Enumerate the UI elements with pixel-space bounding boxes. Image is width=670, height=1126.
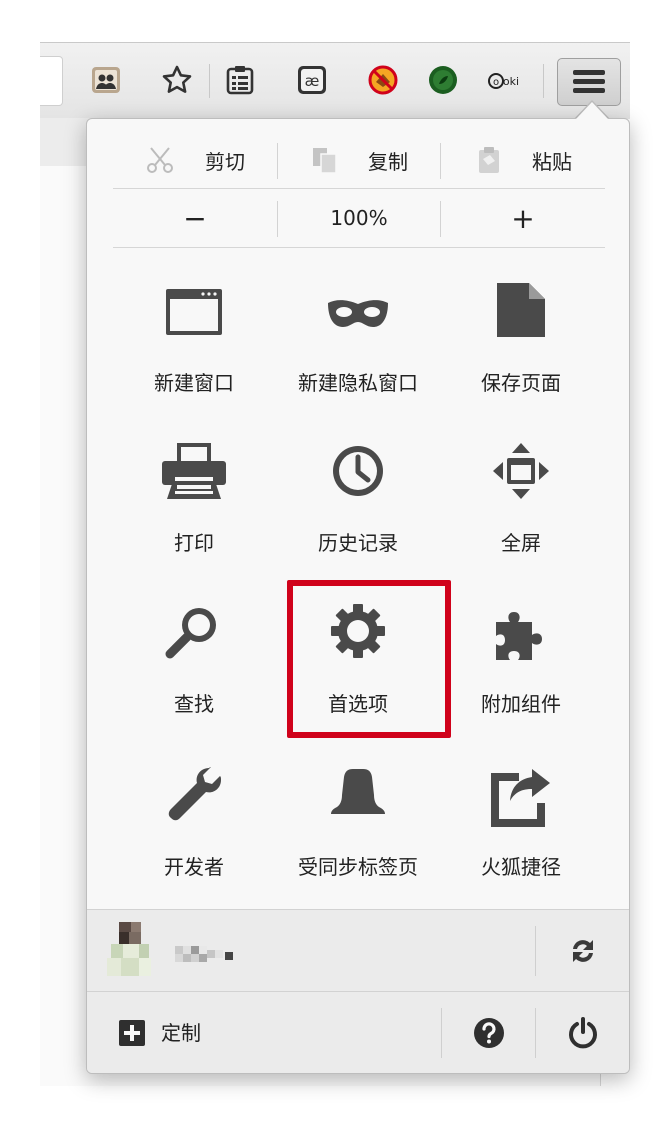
account-footer — [87, 909, 629, 992]
zoom-reset-button[interactable]: 100% — [278, 189, 440, 247]
toolbar-separator — [543, 64, 544, 98]
copy-button[interactable]: 复制 — [278, 131, 440, 189]
share-shortcut-icon — [486, 765, 556, 835]
save-page-label: 保存页面 — [481, 371, 561, 395]
history-clock-icon — [323, 441, 393, 511]
paste-button[interactable]: 粘贴 — [441, 131, 605, 189]
green-extension-icon[interactable] — [427, 64, 459, 96]
paste-label: 粘贴 — [532, 149, 572, 174]
sync-now-button[interactable] — [536, 910, 629, 992]
zoom-out-button[interactable]: − — [113, 189, 277, 247]
blocked-fox-extension-icon[interactable] — [367, 64, 399, 96]
customize-label: 定制 — [161, 1021, 201, 1045]
print-label: 打印 — [174, 531, 214, 555]
svg-text:oki: oki — [503, 75, 519, 88]
fullscreen-button[interactable]: 全屏 — [439, 441, 603, 601]
synced-tabs-icon — [323, 765, 393, 835]
highlight-annotation-box — [287, 580, 451, 738]
divider — [113, 247, 605, 248]
plus-square-icon — [119, 1020, 145, 1046]
firefox-shortcuts-button[interactable]: 火狐捷径 — [439, 765, 603, 925]
help-question-icon — [473, 1018, 504, 1048]
new-window-icon — [159, 281, 229, 351]
cut-button[interactable]: 剪切 — [113, 131, 277, 189]
history-label: 历史记录 — [318, 531, 398, 555]
open-menu-button[interactable] — [557, 58, 621, 106]
wrench-icon — [159, 765, 229, 835]
synced-tabs-button[interactable]: 受同步标签页 — [276, 765, 440, 925]
toolbar-separator — [209, 64, 210, 98]
new-window-button[interactable]: 新建窗口 — [112, 281, 276, 441]
printer-icon — [159, 441, 229, 511]
new-private-window-button[interactable]: 新建隐私窗口 — [276, 281, 440, 441]
addons-label: 附加组件 — [481, 692, 561, 716]
synced-tabs-label: 受同步标签页 — [298, 855, 418, 879]
sync-arrows-icon — [572, 940, 593, 962]
url-bar[interactable] — [40, 56, 63, 106]
cut-label: 剪切 — [205, 149, 245, 174]
find-label: 查找 — [174, 692, 214, 716]
power-icon — [568, 1017, 597, 1049]
zoom-out-label: − — [183, 201, 207, 235]
clipboard-icon — [479, 147, 499, 173]
account-button[interactable] — [87, 910, 535, 992]
contacts-extension-icon[interactable] — [90, 64, 122, 96]
menu-footer: 定制 — [87, 991, 629, 1073]
copy-pages-icon — [313, 148, 337, 174]
bookmarks-list-icon[interactable] — [224, 64, 256, 96]
ae-extension-icon[interactable]: æ — [296, 64, 328, 96]
browser-toolbar — [40, 42, 630, 119]
fullscreen-label: 全屏 — [501, 531, 541, 555]
history-button[interactable]: 历史记录 — [276, 441, 440, 601]
avatar — [105, 922, 153, 976]
zoom-controls-row: − 100% + — [113, 189, 605, 247]
customize-button[interactable]: 定制 — [87, 992, 441, 1073]
ooki-extension-icon[interactable]: o oki — [487, 64, 519, 96]
help-button[interactable] — [442, 992, 535, 1073]
save-page-button[interactable]: 保存页面 — [439, 281, 603, 441]
save-page-icon — [486, 281, 556, 351]
new-window-label: 新建窗口 — [154, 371, 234, 395]
print-button[interactable]: 打印 — [112, 441, 276, 601]
account-name-pixelated — [175, 942, 255, 964]
fullscreen-icon — [486, 441, 556, 511]
addons-button[interactable]: 附加组件 — [439, 602, 603, 762]
find-magnifier-icon — [159, 602, 229, 672]
copy-label: 复制 — [368, 149, 408, 174]
quit-button[interactable] — [536, 992, 629, 1073]
developer-label: 开发者 — [164, 855, 224, 879]
firefox-shortcuts-label: 火狐捷径 — [481, 855, 561, 879]
puzzle-icon — [486, 602, 556, 672]
bookmark-star-icon[interactable] — [161, 64, 193, 96]
find-button[interactable]: 查找 — [112, 602, 276, 762]
edit-controls-row: 剪切 复制 粘贴 — [113, 131, 605, 189]
developer-button[interactable]: 开发者 — [112, 765, 276, 925]
main-menu-panel: 剪切 复制 粘贴 − 100% + 新建窗口 新建隐私窗口 保存页面 打印 历史… — [86, 118, 630, 1074]
svg-text:o: o — [493, 77, 499, 88]
zoom-in-button[interactable]: + — [441, 189, 605, 247]
svg-text:æ: æ — [305, 72, 320, 90]
zoom-level: 100% — [330, 206, 388, 230]
scissors-icon — [147, 147, 173, 173]
panel-arrow-fill — [576, 102, 608, 119]
new-private-window-label: 新建隐私窗口 — [298, 371, 418, 395]
zoom-in-label: + — [511, 201, 535, 235]
private-mask-icon — [323, 281, 393, 351]
